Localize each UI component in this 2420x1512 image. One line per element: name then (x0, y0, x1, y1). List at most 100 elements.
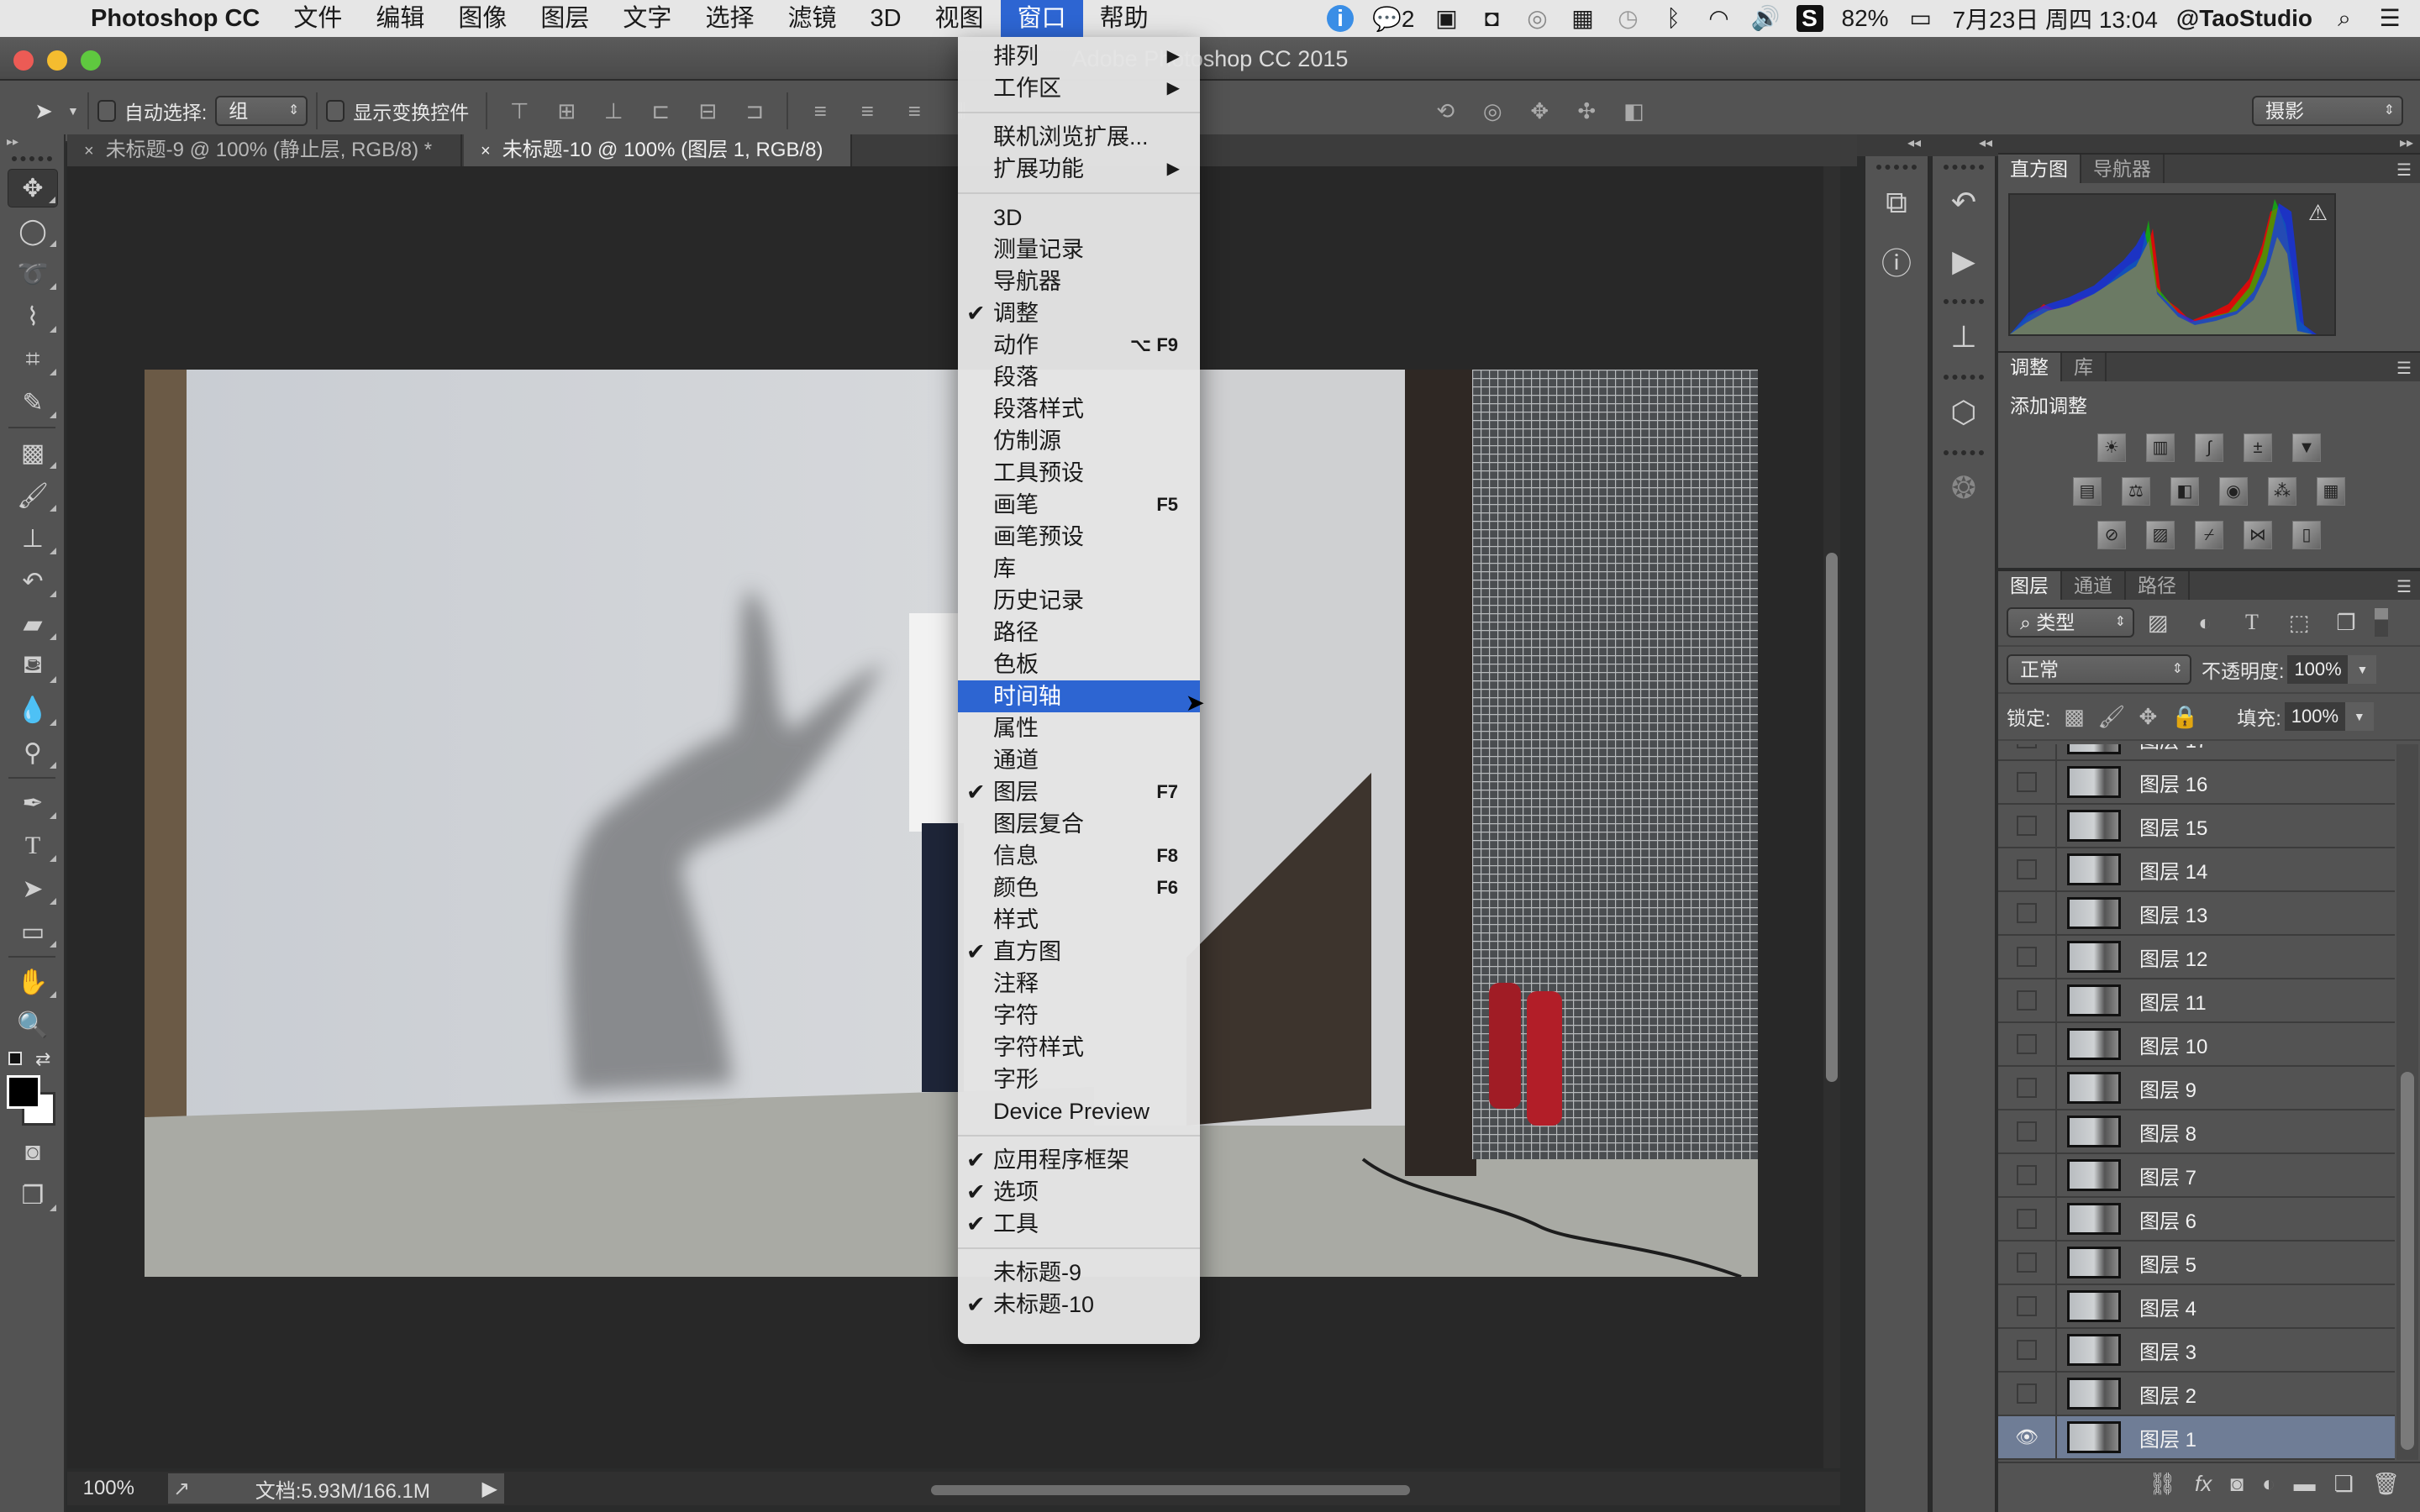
tab-adjustments[interactable]: 调整 (1998, 353, 2062, 381)
distribute-bottom-icon[interactable]: ≡ (901, 97, 928, 124)
panel-menu-icon[interactable]: ☰ (2396, 160, 2412, 181)
expand-dock-icon[interactable]: ▸▸ (2400, 134, 2413, 151)
window-menu-item[interactable]: 工作区 ▶ (958, 72, 1200, 104)
layer-style-fx-icon[interactable]: fx (2195, 1471, 2212, 1497)
layer-row[interactable]: 图层 7 (1998, 1153, 2395, 1198)
marquee-tool[interactable]: ◯ (8, 212, 58, 250)
blur-tool[interactable]: 💧 (8, 690, 58, 729)
lock-image-pixels-icon[interactable]: 🖌 (2097, 703, 2125, 730)
window-menu-item[interactable]: 属性 (958, 712, 1200, 744)
panel-menu-icon[interactable]: ☰ (2396, 576, 2412, 597)
layer-thumbnail[interactable] (2067, 941, 2121, 973)
layer-row[interactable]: 图层 9 (1998, 1066, 2395, 1110)
layer-visibility-toggle[interactable] (1998, 848, 2057, 891)
layer-name[interactable]: 图层 15 (2139, 811, 2207, 841)
apple-logo-icon[interactable] (32, 0, 66, 37)
distribute-top-icon[interactable]: ≡ (807, 97, 834, 124)
levels-icon[interactable]: ▥ (2146, 433, 2175, 462)
window-menu-item[interactable]: ✔ 工具 (958, 1208, 1200, 1240)
opacity-input[interactable]: 100% (2287, 655, 2349, 684)
3d-orbit-icon[interactable]: ⟲ (1432, 97, 1459, 124)
window-menu-item[interactable]: 路径 (958, 617, 1200, 648)
layer-name[interactable]: 图层 5 (2139, 1248, 2196, 1278)
menu-image[interactable]: 图像 (441, 0, 523, 37)
quick-mask-icon[interactable]: ◙ (8, 1133, 58, 1172)
layer-name[interactable]: 图层 8 (2139, 1117, 2196, 1147)
actions-panel-icon[interactable]: ▶ (1933, 232, 1995, 291)
menu-help[interactable]: 帮助 (1083, 0, 1165, 37)
window-menu-item[interactable]: 画笔预设 (958, 521, 1200, 553)
layer-row[interactable]: 图层 4 (1998, 1284, 2395, 1329)
3d-pan-icon[interactable]: ✥ (1526, 97, 1553, 124)
layer-visibility-toggle[interactable] (1998, 1241, 2057, 1284)
window-menu-item[interactable]: 信息 F8 (958, 840, 1200, 872)
align-left-icon[interactable]: ⊏ (647, 97, 674, 124)
canvas-horizontal-scrollbar[interactable] (931, 1485, 1410, 1495)
menu-3d[interactable]: 3D (853, 0, 918, 37)
layer-visibility-toggle[interactable] (1998, 760, 2057, 804)
layer-thumbnail[interactable] (2067, 1203, 2121, 1235)
window-menu-item[interactable]: 历史记录 (958, 585, 1200, 617)
layer-thumbnail[interactable] (2067, 1159, 2121, 1191)
layer-thumbnail[interactable] (2067, 1028, 2121, 1060)
window-menu-item[interactable]: 库 (958, 553, 1200, 585)
lock-all-icon[interactable]: 🔒 (2171, 703, 2198, 730)
eyedropper-tool[interactable]: ✎ (8, 383, 58, 422)
workspace-switcher[interactable]: 摄影 ⇕ (2252, 96, 2403, 126)
layer-filter-kind-select[interactable]: ⌕ 类型 ⇕ (2007, 607, 2134, 638)
collapse-dock-icon[interactable]: ◂◂ (1979, 134, 1992, 151)
user-name[interactable]: @TaoStudio (2176, 5, 2312, 32)
layer-visibility-toggle[interactable] (1998, 804, 2057, 848)
bluetooth-icon[interactable]: ᛒ (1660, 5, 1687, 32)
vibrance-icon[interactable]: ▼ (2292, 433, 2321, 462)
crop-tool[interactable]: ⌗ (8, 340, 58, 379)
lock-transparent-pixels-icon[interactable]: ▩ (2060, 703, 2087, 730)
chevron-down-icon[interactable]: ▼ (67, 104, 79, 118)
menu-view[interactable]: 视图 (918, 0, 1001, 37)
layer-row[interactable]: 图层 13 (1998, 891, 2395, 936)
brush-tool[interactable]: 🖌 (8, 476, 58, 515)
spotlight-search-icon[interactable]: ⌕ (2331, 5, 2358, 32)
window-menu-item[interactable]: 动作 ⌥ F9 (958, 329, 1200, 361)
layer-visibility-toggle[interactable] (1998, 1372, 2057, 1415)
layer-thumbnail[interactable] (2067, 1378, 2121, 1410)
align-bottom-icon[interactable]: ⊥ (600, 97, 627, 124)
tab-channels[interactable]: 通道 (2062, 571, 2126, 600)
layer-visibility-toggle[interactable] (1998, 891, 2057, 935)
layer-thumbnail[interactable] (2067, 897, 2121, 929)
layer-visibility-toggle[interactable] (1998, 1066, 2057, 1110)
layer-row[interactable]: 图层 10 (1998, 1022, 2395, 1067)
layer-visibility-toggle[interactable] (1998, 1284, 2057, 1328)
panel-menu-icon[interactable]: ☰ (2396, 358, 2412, 379)
blend-mode-select[interactable]: 正常 ⇕ (2007, 654, 2191, 685)
3d-layers-panel-icon[interactable]: ⧉ (1865, 173, 1928, 232)
layer-name[interactable]: 图层 10 (2139, 1030, 2207, 1059)
tab-paths[interactable]: 路径 (2126, 571, 2190, 600)
channel-mixer-icon[interactable]: ⁂ (2268, 477, 2296, 506)
invert-icon[interactable]: ⊘ (2097, 521, 2126, 549)
panel-grip[interactable] (1944, 165, 1984, 173)
panel-grip[interactable] (1944, 450, 1984, 459)
hand-tool[interactable]: ✋ (8, 963, 58, 1001)
menu-app-name[interactable]: Photoshop CC (74, 0, 276, 37)
filter-shape-layers-icon[interactable]: ⬚ (2286, 609, 2312, 636)
history-brush-tool[interactable]: ↶ (8, 562, 58, 601)
menu-type[interactable]: 文字 (606, 0, 688, 37)
layer-row[interactable]: 图层 2 (1998, 1372, 2395, 1416)
window-menu-item[interactable]: ✔ 调整 (958, 297, 1200, 329)
info-icon[interactable]: i (1327, 5, 1355, 32)
align-vcenter-icon[interactable]: ⊞ (553, 97, 580, 124)
filter-smart-objects-icon[interactable]: ❐ (2333, 609, 2360, 636)
layer-thumbnail[interactable] (2067, 744, 2121, 754)
window-menu-item[interactable]: 字符 (958, 1000, 1200, 1032)
layer-visibility-toggle[interactable] (1998, 979, 2057, 1022)
close-tab-icon[interactable]: × (84, 142, 94, 160)
quick-selection-tool[interactable]: ⌇ (8, 297, 58, 336)
tab-histogram[interactable]: 直方图 (1998, 155, 2081, 183)
info-panel-icon[interactable]: ⓘ (1865, 232, 1928, 291)
type-tool[interactable]: T (8, 827, 58, 865)
foreground-color-swatch[interactable] (7, 1075, 40, 1109)
window-menu-item[interactable]: 扩展功能 ▶ (958, 153, 1200, 185)
layer-row[interactable]: 图层 5 (1998, 1241, 2395, 1285)
clock[interactable]: 7月23日 周四 13:04 (1953, 2, 2158, 35)
